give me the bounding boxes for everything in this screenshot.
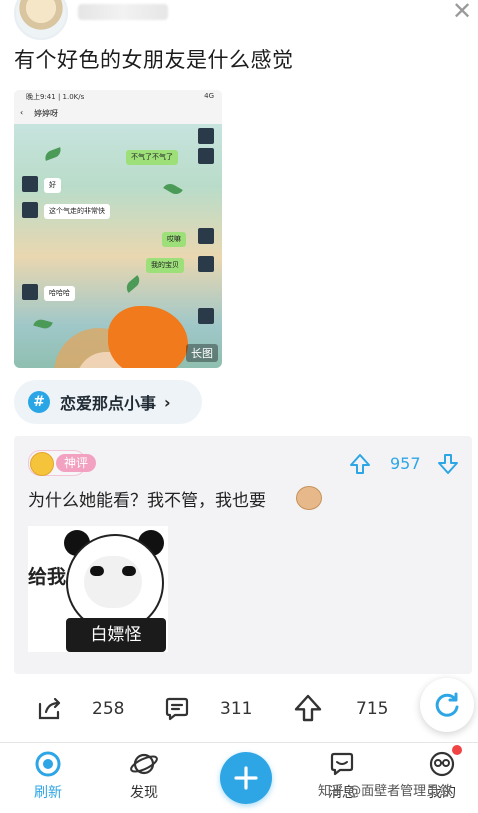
user-avatar[interactable] [14,0,68,40]
phone-chat-name: 婷婷呀 [34,109,58,118]
upvote-count: 715 [356,699,389,719]
chat-avatar [22,176,38,192]
panda-eye [122,566,136,576]
chat-avatar [198,148,214,164]
post-title: 有个好色的女朋友是什么感觉 [14,48,294,72]
chat-avatar [198,308,214,324]
profile-icon [429,751,455,777]
planet-icon [130,753,158,775]
chevron-right-icon: › [164,392,171,412]
post-button[interactable] [220,752,272,804]
topic-label: 恋爱那点小事 [60,394,157,413]
chat-bubble: 哎嘛 [162,232,186,247]
watermark: 知乎 @面壁者管理员敛 [318,784,453,799]
nav-label-discover: 发现 [130,785,158,801]
chat-bubble: 好 [44,178,61,193]
long-image-badge: 长图 [186,344,218,362]
post-image[interactable]: 晚上9:41 | 1.0K/s 4G ‹ 婷婷呀 不气了不气了 好 这个气走的非… [14,90,222,368]
refresh-button[interactable] [420,678,474,732]
phone-status-time: 晚上9:41 | 1.0K/s [26,93,85,101]
upvote-icon[interactable] [292,692,324,724]
nav-label-refresh: 刷新 [34,785,62,801]
comment-icon[interactable] [162,694,192,724]
dog-emoji-icon [296,486,322,510]
share-icon[interactable] [34,694,64,724]
comment-count: 311 [220,699,253,719]
leaf-shape [33,317,53,331]
notification-dot [452,745,462,755]
god-comment-text: 为什么她能看？我不管，我也要 [28,491,266,511]
god-comment-card[interactable]: 神评 957 为什么她能看？我不管，我也要 给我 白嫖怪 [14,436,472,674]
panda-face [84,556,142,608]
nav-item-profile[interactable]: 我的 [412,748,472,808]
redaction-scribble [108,306,188,368]
close-icon[interactable]: ✕ [448,0,476,24]
message-icon [330,752,354,776]
chat-avatar [198,256,214,272]
panda-eye [90,566,104,576]
god-comment-label: 神评 [56,454,97,472]
chat-avatar [22,284,38,300]
meme-caption: 白嫖怪 [66,618,166,652]
chevron-left-icon: ‹ [20,108,24,117]
refresh-icon [435,692,459,717]
phone-status-bar: 晚上9:41 | 1.0K/s 4G [14,90,222,104]
meme-side-text: 给我 [28,566,67,588]
share-count: 258 [92,699,125,719]
phone-status-network: 4G [204,92,214,100]
leaf-shape [163,181,183,197]
god-comment-vote-count: 957 [390,454,421,473]
chat-bubble: 这个气走的非常快 [44,204,110,219]
topic-chip[interactable]: # 恋爱那点小事 › [14,380,202,424]
chat-avatar [22,202,38,218]
meme-image[interactable]: 给我 白嫖怪 [28,526,168,652]
downvote-arrow-icon[interactable] [436,452,460,476]
refresh-icon [35,751,61,777]
leaf-shape [43,147,63,161]
phone-chat-header: ‹ 婷婷呀 [14,104,222,124]
chat-bubble: 我的宝贝 [146,258,184,273]
nav-item-messages[interactable]: 消息 [312,748,372,808]
leaf-shape [123,275,143,293]
chat-bubble: 不气了不气了 [126,150,178,165]
nav-item-refresh[interactable]: 刷新 [18,748,78,808]
username-blurred[interactable] [78,4,168,20]
hash-icon: # [28,391,50,413]
plus-icon [234,766,258,790]
chat-avatar [198,228,214,244]
thumbs-emoji-icon [30,452,54,476]
chat-bubble: 哈哈哈 [44,286,75,301]
upvote-arrow-icon[interactable] [348,452,372,476]
chat-avatar [198,128,214,144]
nav-item-discover[interactable]: 发现 [114,748,174,808]
